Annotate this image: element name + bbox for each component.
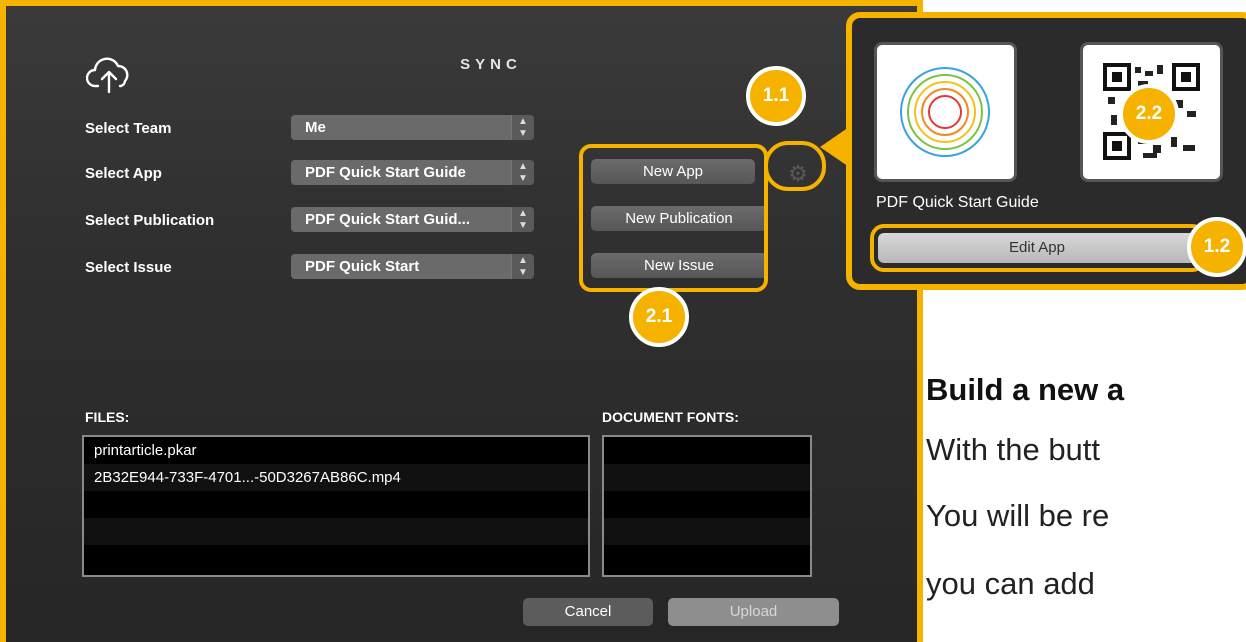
list-item [604, 545, 810, 572]
app-icon-thumbnail[interactable] [874, 42, 1017, 182]
list-item [84, 491, 588, 518]
callout-badge-2-1: 2.1 [629, 287, 689, 347]
select-app-dropdown[interactable]: PDF Quick Start Guide ▲ ▼ [291, 160, 534, 185]
upload-button[interactable]: Upload [668, 598, 839, 626]
highlight-new-buttons [579, 144, 768, 292]
gear-icon[interactable]: ⚙ [787, 163, 809, 185]
cloud-upload-icon [86, 57, 129, 94]
select-publication-label: Select Publication [85, 212, 215, 229]
highlight-edit-app [870, 224, 1206, 272]
dialog-title: SYNC [460, 56, 522, 73]
callout-badge-1-1: 1.1 [746, 66, 806, 126]
list-item [604, 464, 810, 491]
files-label: FILES: [85, 409, 130, 425]
select-issue-value: PDF Quick Start [305, 258, 420, 275]
popover-app-name: PDF Quick Start Guide [876, 194, 1039, 211]
callout-badge-2-2: 2.2 [1119, 84, 1179, 144]
updown-arrows-icon: ▲ ▼ [511, 160, 534, 185]
app-popover: PDF Quick Start Guide Edit App [846, 12, 1246, 290]
article-line-2: You will be re [926, 498, 1110, 533]
list-item[interactable]: 2B32E944-733F-4701...-50D3267AB86C.mp4 [84, 464, 588, 491]
select-team-label: Select Team [85, 120, 172, 137]
select-issue-label: Select Issue [85, 259, 172, 276]
list-item [604, 437, 810, 464]
document-fonts-list[interactable] [602, 435, 812, 577]
article-line-3: you can add [926, 566, 1095, 601]
updown-arrows-icon: ▲ ▼ [511, 115, 534, 140]
select-team-dropdown[interactable]: Me ▲ ▼ [291, 115, 534, 140]
updown-arrows-icon: ▲ ▼ [511, 207, 534, 232]
article-heading: Build a new a [926, 372, 1125, 407]
select-publication-dropdown[interactable]: PDF Quick Start Guid... ▲ ▼ [291, 207, 534, 232]
list-item [604, 491, 810, 518]
list-item[interactable]: printarticle.pkar [84, 437, 588, 464]
select-team-value: Me [305, 119, 326, 136]
select-app-label: Select App [85, 165, 162, 182]
callout-badge-1-2: 1.2 [1187, 217, 1246, 277]
article-line-1: With the butt [926, 432, 1101, 467]
select-app-value: PDF Quick Start Guide [305, 164, 466, 181]
select-issue-dropdown[interactable]: PDF Quick Start ▲ ▼ [291, 254, 534, 279]
document-fonts-label: DOCUMENT FONTS: [602, 409, 739, 425]
updown-arrows-icon: ▲ ▼ [511, 254, 534, 279]
target-rings-image [900, 67, 990, 157]
files-list[interactable]: printarticle.pkar 2B32E944-733F-4701...-… [82, 435, 590, 577]
cancel-button[interactable]: Cancel [523, 598, 653, 626]
select-publication-value: PDF Quick Start Guid... [305, 211, 471, 228]
list-item [84, 545, 588, 572]
list-item [84, 518, 588, 545]
list-item [604, 518, 810, 545]
